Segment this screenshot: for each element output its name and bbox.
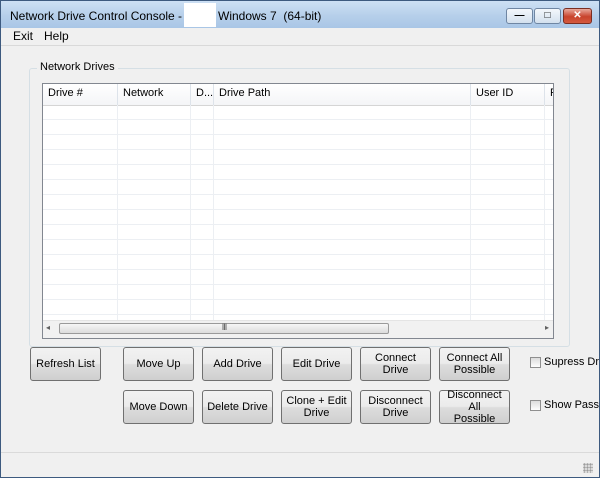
delete-drive-button[interactable]: Delete Drive (202, 390, 273, 424)
scrollbar-thumb[interactable]: III (59, 322, 389, 334)
grid-line (43, 254, 553, 255)
window-title-os: Windows 7 (64-bit) (218, 9, 322, 23)
grid-line (43, 149, 553, 150)
disconnect-all-label-line1: Disconnect All (447, 389, 502, 413)
grid-line (43, 314, 553, 315)
add-drive-label: Add Drive (213, 358, 262, 370)
grid-line (43, 269, 553, 270)
grid-line (544, 105, 545, 321)
disconnect-drive-label-line1: Disconnect (368, 395, 423, 407)
refresh-list-button[interactable]: Refresh List (30, 347, 101, 381)
disconnect-drive-label-line2: Drive (382, 407, 409, 419)
status-bar (1, 452, 599, 477)
column-d[interactable]: D... (191, 84, 214, 105)
column-user-id[interactable]: User ID (471, 84, 545, 105)
show-password-checkbox[interactable] (530, 400, 541, 411)
connect-drive-label: Connect Drive (375, 352, 416, 376)
grid-line (43, 134, 553, 135)
list-body[interactable] (43, 105, 553, 321)
menu-bar: Exit Help (1, 28, 599, 46)
delete-drive-label: Delete Drive (207, 401, 268, 413)
close-icon: ✕ (573, 10, 582, 21)
menu-help[interactable]: Help (44, 29, 69, 43)
move-up-button[interactable]: Move Up (123, 347, 194, 381)
grid-line (43, 119, 553, 120)
connect-all-possible-button[interactable]: Connect All Possible (439, 347, 510, 381)
move-up-label: Move Up (136, 358, 181, 370)
column-drive-path[interactable]: Drive Path (214, 84, 471, 105)
disconnect-all-label-line2: Possible (453, 413, 496, 425)
network-drives-label: Network Drives (37, 61, 118, 73)
grid-line (43, 194, 553, 195)
menu-exit[interactable]: Exit (13, 29, 33, 43)
title-redaction (184, 3, 216, 27)
disconnect-all-possible-button[interactable]: Disconnect All Possible (439, 389, 510, 425)
suppress-label[interactable]: Supress Dri (544, 356, 599, 368)
grid-line (470, 105, 471, 321)
column-network[interactable]: Network (118, 84, 191, 105)
move-down-label: Move Down (129, 401, 188, 413)
resize-grip-icon[interactable] (583, 463, 593, 473)
maximize-button[interactable]: □ (534, 8, 561, 24)
horizontal-scrollbar[interactable]: ◂ III ▸ (43, 320, 553, 338)
edit-drive-label: Edit Drive (292, 358, 341, 370)
clone-edit-drive-button[interactable]: Clone + Edit Drive (281, 390, 352, 424)
column-drive-number[interactable]: Drive # (43, 84, 118, 105)
list-header: Drive # Network D... Drive Path User ID … (43, 84, 553, 106)
connect-all-label-line1: Connect All (446, 352, 503, 364)
clone-edit-label-line2: Drive (303, 407, 330, 419)
grid-line (43, 239, 553, 240)
clone-edit-label-line1: Clone + Edit (286, 395, 347, 407)
move-down-button[interactable]: Move Down (123, 390, 194, 424)
scrollbar-grip-icon: III (221, 322, 228, 332)
suppress-checkbox[interactable] (530, 357, 541, 368)
grid-line (213, 105, 214, 321)
grid-line (43, 299, 553, 300)
grid-line (43, 164, 553, 165)
disconnect-drive-button[interactable]: Disconnect Drive (360, 390, 431, 424)
grid-line (117, 105, 118, 321)
scroll-left-icon[interactable]: ◂ (46, 323, 50, 332)
refresh-list-label: Refresh List (36, 358, 95, 370)
window-title: Network Drive Control Console - v (10, 9, 192, 23)
grid-line (43, 209, 553, 210)
grid-line (43, 179, 553, 180)
connect-drive-button[interactable]: Connect Drive (360, 347, 431, 381)
scroll-right-icon[interactable]: ▸ (545, 323, 549, 332)
drives-list-view[interactable]: Drive # Network D... Drive Path User ID … (42, 83, 554, 339)
connect-all-label-line2: Possible (453, 364, 496, 376)
grid-line (190, 105, 191, 321)
close-button[interactable]: ✕ (563, 8, 592, 24)
app-window: Network Drive Control Console - v Window… (0, 0, 600, 478)
maximize-icon: □ (544, 10, 551, 21)
show-password-label[interactable]: Show Passw (544, 399, 599, 411)
column-p[interactable]: P (545, 84, 553, 105)
title-bar[interactable]: Network Drive Control Console - v Window… (1, 1, 599, 28)
minimize-button[interactable]: — (506, 8, 533, 24)
edit-drive-button[interactable]: Edit Drive (281, 347, 352, 381)
grid-line (43, 284, 553, 285)
add-drive-button[interactable]: Add Drive (202, 347, 273, 381)
minimize-icon: — (514, 10, 525, 21)
grid-line (43, 224, 553, 225)
